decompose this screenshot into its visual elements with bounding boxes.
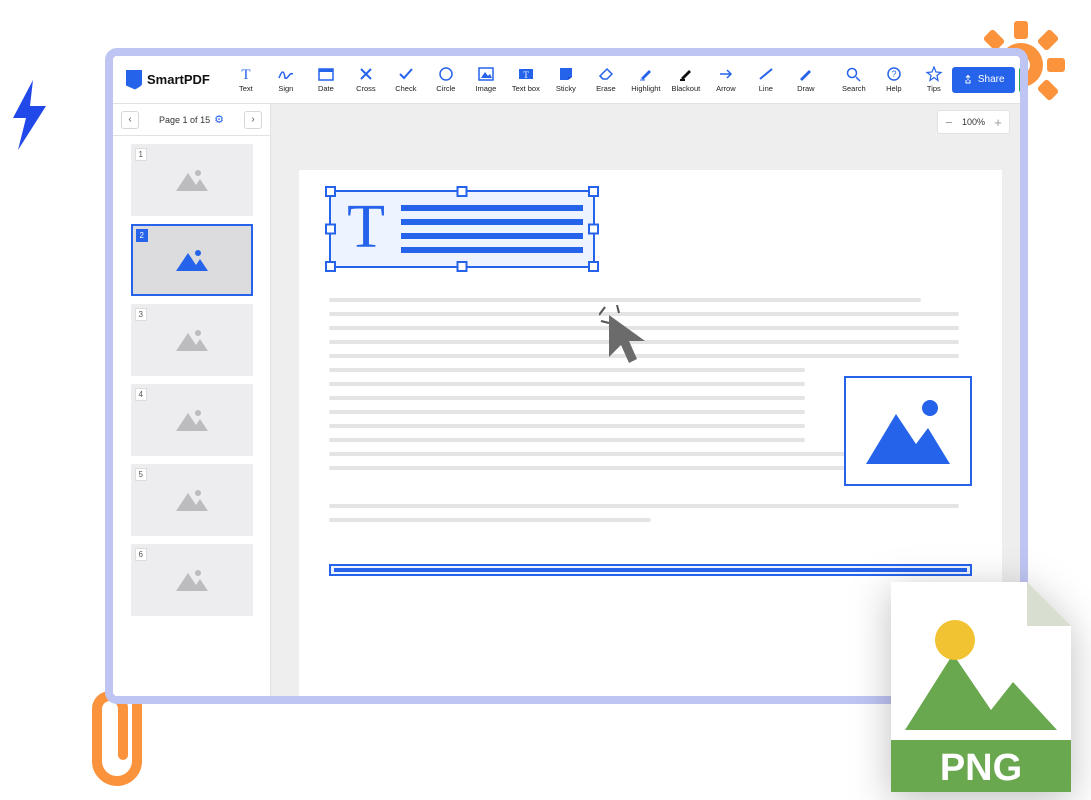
arrow-icon xyxy=(717,66,735,82)
image-placeholder-icon xyxy=(172,565,212,595)
tool-arrow[interactable]: Arrow xyxy=(708,64,744,95)
tool-text[interactable]: TText xyxy=(228,64,264,95)
share-label: Share xyxy=(978,74,1005,85)
draw-icon xyxy=(797,66,815,82)
prev-page-button[interactable]: ‹ xyxy=(121,111,139,129)
cursor-icon xyxy=(599,305,651,372)
thumbnail-3[interactable]: 3 xyxy=(131,304,253,376)
brand-name: SmartPDF xyxy=(147,72,210,87)
check-icon xyxy=(397,66,415,82)
line-icon xyxy=(757,66,775,82)
cross-icon xyxy=(357,66,375,82)
tool-cross[interactable]: Cross xyxy=(348,64,384,95)
svg-text:?: ? xyxy=(891,69,896,79)
zoom-control: − 100% + xyxy=(937,110,1010,134)
sticky-icon xyxy=(557,66,575,82)
tool-sticky[interactable]: Sticky xyxy=(548,64,584,95)
tips-icon xyxy=(925,66,943,82)
tool-image[interactable]: Image xyxy=(468,64,504,95)
next-page-button[interactable]: › xyxy=(244,111,262,129)
zoom-in-button[interactable]: + xyxy=(987,115,1009,130)
image-placeholder-icon xyxy=(172,165,212,195)
circle-icon xyxy=(437,66,455,82)
share-button[interactable]: Share xyxy=(952,67,1015,93)
tool-line[interactable]: Line xyxy=(748,64,784,95)
tool-text-box[interactable]: TText box xyxy=(508,64,544,95)
image-placeholder-icon xyxy=(172,405,212,435)
selected-line[interactable] xyxy=(329,564,972,576)
sign-icon xyxy=(277,66,295,82)
tool-highlight[interactable]: Highlight xyxy=(628,64,664,95)
thumbnail-6[interactable]: 6 xyxy=(131,544,253,616)
download-button[interactable]: Download pdf xyxy=(1019,67,1028,93)
tool-tips[interactable]: Tips xyxy=(916,64,952,95)
text-box-selection[interactable]: T xyxy=(329,190,595,268)
tool-check[interactable]: Check xyxy=(388,64,424,95)
thumbnail-list: 1 2 3 4 5 6 xyxy=(113,136,270,696)
thumbnail-2[interactable]: 2 xyxy=(131,224,253,296)
tool-draw[interactable]: Draw xyxy=(788,64,824,95)
png-file-badge: PNG xyxy=(891,582,1071,792)
text-tool-icon: T xyxy=(331,192,401,266)
thumbnail-5[interactable]: 5 xyxy=(131,464,253,536)
tool-blackout[interactable]: Blackout xyxy=(668,64,704,95)
image-placeholder-icon xyxy=(172,245,212,275)
date-icon xyxy=(317,66,335,82)
search-icon xyxy=(845,66,863,82)
page-navigation: ‹ Page 1 of 15 ⚙ › xyxy=(113,104,270,136)
tool-help[interactable]: ?Help xyxy=(876,64,912,95)
image-placeholder-icon xyxy=(172,325,212,355)
tool-date[interactable]: Date xyxy=(308,64,344,95)
thumbnail-1[interactable]: 1 xyxy=(131,144,253,216)
text-box-icon: T xyxy=(517,66,535,82)
tool-erase[interactable]: Erase xyxy=(588,64,624,95)
svg-text:T: T xyxy=(523,70,529,80)
main-toolbar: SmartPDF TTextSignDateCrossCheckCircleIm… xyxy=(113,56,1020,104)
tool-circle[interactable]: Circle xyxy=(428,64,464,95)
app-window: SmartPDF TTextSignDateCrossCheckCircleIm… xyxy=(105,48,1028,704)
image-placeholder-icon xyxy=(172,485,212,515)
brand-logo-icon xyxy=(123,70,143,90)
page-settings-icon[interactable]: ⚙ xyxy=(214,113,224,126)
tool-search[interactable]: Search xyxy=(836,64,872,95)
erase-icon xyxy=(597,66,615,82)
page-indicator: Page 1 of 15 xyxy=(159,115,210,125)
text-icon: T xyxy=(237,66,255,82)
zoom-value: 100% xyxy=(960,117,987,127)
help-icon: ? xyxy=(885,66,903,82)
sidebar: ‹ Page 1 of 15 ⚙ › 1 2 3 4 5 6 xyxy=(113,104,271,696)
image-icon xyxy=(477,66,495,82)
blackout-icon xyxy=(677,66,695,82)
thumbnail-4[interactable]: 4 xyxy=(131,384,253,456)
brand-logo[interactable]: SmartPDF xyxy=(123,70,210,90)
tool-sign[interactable]: Sign xyxy=(268,64,304,95)
file-format-label: PNG xyxy=(940,747,1022,789)
svg-text:T: T xyxy=(241,67,250,82)
zoom-out-button[interactable]: − xyxy=(938,115,960,130)
lightning-decoration-icon xyxy=(8,80,50,155)
highlight-icon xyxy=(637,66,655,82)
image-frame[interactable] xyxy=(844,376,972,486)
